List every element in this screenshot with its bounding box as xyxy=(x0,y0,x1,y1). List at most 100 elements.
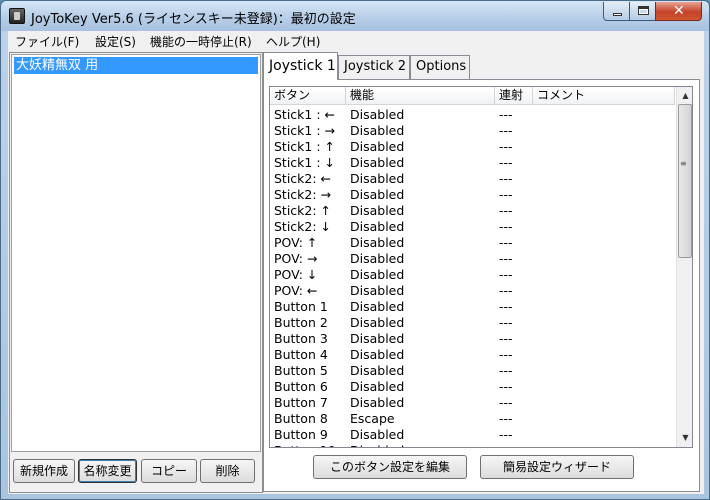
cell-button: Stick2: → xyxy=(274,187,332,202)
minimize-button[interactable] xyxy=(603,2,630,21)
cell-button: Button 10 xyxy=(274,443,336,447)
table-row[interactable]: Stick2: ↓ Disabled --- xyxy=(270,219,675,235)
profile-list[interactable]: 大妖精無双 用 xyxy=(11,54,261,452)
cell-function: Disabled xyxy=(350,107,405,122)
table-row[interactable]: Button 2 Disabled --- xyxy=(270,315,675,331)
table-row[interactable]: Stick1 : → Disabled --- xyxy=(270,123,675,139)
cell-autofire: --- xyxy=(499,347,513,362)
table-row[interactable]: Button 5 Disabled --- xyxy=(270,363,675,379)
column-header-button[interactable]: ボタン xyxy=(270,87,346,105)
table-row[interactable]: Button 7 Disabled --- xyxy=(270,395,675,411)
cell-autofire: --- xyxy=(499,363,513,378)
cell-button: Stick2: ← xyxy=(274,171,332,186)
scroll-down-icon[interactable]: ▼ xyxy=(677,430,692,446)
new-profile-button[interactable]: 新規作成 xyxy=(13,459,75,483)
setup-wizard-button[interactable]: 簡易設定ウィザード xyxy=(480,455,634,479)
rename-profile-button[interactable]: 名称変更 xyxy=(78,459,137,483)
menu-settings[interactable]: 設定(S) xyxy=(95,33,136,50)
cell-button: Stick2: ↑ xyxy=(274,203,332,218)
table-row[interactable]: Button 1 Disabled --- xyxy=(270,299,675,315)
cell-function: Escape xyxy=(350,411,395,426)
column-header-comment[interactable]: コメント xyxy=(533,87,675,105)
cell-function: Disabled xyxy=(350,267,405,282)
table-row[interactable]: Stick1 : ← Disabled --- xyxy=(270,107,675,123)
table-row[interactable]: Stick2: ← Disabled --- xyxy=(270,171,675,187)
cell-autofire: --- xyxy=(499,123,513,138)
copy-profile-button[interactable]: コピー xyxy=(141,459,197,483)
column-header-function[interactable]: 機能 xyxy=(346,87,495,105)
cell-button: POV: ↑ xyxy=(274,235,318,250)
cell-function: Disabled xyxy=(350,315,405,330)
maximize-button[interactable] xyxy=(629,2,656,21)
cell-button: Stick1 : ↑ xyxy=(274,139,336,154)
grid-header: ボタン 機能 連射 コメント xyxy=(270,87,675,105)
vertical-scrollbar[interactable]: ▲ ≡ ▼ xyxy=(676,87,692,447)
cell-autofire: --- xyxy=(499,219,513,234)
cell-button: Button 8 xyxy=(274,411,328,426)
column-header-autofire[interactable]: 連射 xyxy=(495,87,533,105)
cell-autofire: --- xyxy=(499,251,513,266)
scroll-up-icon[interactable]: ▲ xyxy=(677,88,692,104)
cell-button: POV: → xyxy=(274,251,318,266)
cell-autofire: --- xyxy=(499,171,513,186)
cell-button: Stick1 : ↓ xyxy=(274,155,336,170)
cell-function: Disabled xyxy=(350,299,405,314)
cell-button: Button 3 xyxy=(274,331,328,346)
client-area: 大妖精無双 用 新規作成 名称変更 コピー 削除 Joystick 1 Joys… xyxy=(8,51,704,494)
table-row[interactable]: POV: ↑ Disabled --- xyxy=(270,235,675,251)
edit-button-setting-button[interactable]: このボタン設定を編集 xyxy=(313,455,467,479)
tab-options[interactable]: Options xyxy=(410,55,470,79)
cell-function: Disabled xyxy=(350,427,405,442)
cell-function: Disabled xyxy=(350,363,405,378)
cell-function: Disabled xyxy=(350,283,405,298)
title-bar[interactable]: JoyToKey Ver5.6 (ライセンスキー未登録)：最初の設定 ✕ xyxy=(1,1,709,31)
table-row[interactable]: Stick2: ↑ Disabled --- xyxy=(270,203,675,219)
scroll-grip-icon: ≡ xyxy=(680,159,687,168)
table-row[interactable]: Button 6 Disabled --- xyxy=(270,379,675,395)
table-row[interactable]: POV: → Disabled --- xyxy=(270,251,675,267)
cell-autofire: --- xyxy=(499,107,513,122)
tab-joystick-2[interactable]: Joystick 2 xyxy=(338,55,410,79)
cell-function: Disabled xyxy=(350,347,405,362)
cell-function: Disabled xyxy=(350,235,405,250)
cell-autofire: --- xyxy=(499,315,513,330)
table-row[interactable]: POV: ← Disabled --- xyxy=(270,283,675,299)
cell-function: Disabled xyxy=(350,187,405,202)
cell-function: Disabled xyxy=(350,379,405,394)
cell-autofire: --- xyxy=(499,155,513,170)
table-row[interactable]: Button 8 Escape --- xyxy=(270,411,675,427)
cell-function: Disabled xyxy=(350,443,404,447)
table-row[interactable]: Stick1 : ↑ Disabled --- xyxy=(270,139,675,155)
profile-item-selected[interactable]: 大妖精無双 用 xyxy=(14,57,258,74)
menu-pause[interactable]: 機能の一時停止(R) xyxy=(150,33,252,50)
scroll-thumb[interactable] xyxy=(678,104,692,258)
close-icon: ✕ xyxy=(673,3,685,19)
cell-autofire: --- xyxy=(499,203,513,218)
table-row[interactable]: Stick2: → Disabled --- xyxy=(270,187,675,203)
cell-autofire: --- xyxy=(499,299,513,314)
menu-help[interactable]: ヘルプ(H) xyxy=(266,33,320,50)
joystick-icon[interactable] xyxy=(9,8,25,24)
cell-button: Button 1 xyxy=(274,299,328,314)
config-panel: Joystick 1 Joystick 2 Options ボタン 機能 連射 … xyxy=(261,51,704,494)
cell-button: Button 5 xyxy=(274,363,328,378)
cell-autofire: --- xyxy=(499,379,513,394)
cell-autofire: --- xyxy=(499,427,513,442)
maximize-icon xyxy=(638,6,649,15)
delete-profile-button[interactable]: 削除 xyxy=(200,459,255,483)
table-row[interactable]: Stick1 : ↓ Disabled --- xyxy=(270,155,675,171)
table-row[interactable]: Button 9 Disabled --- xyxy=(270,427,675,443)
profile-panel: 大妖精無双 用 新規作成 名称変更 コピー 削除 xyxy=(9,52,263,493)
table-row[interactable]: Button 3 Disabled --- xyxy=(270,331,675,347)
table-row[interactable]: POV: ↓ Disabled --- xyxy=(270,267,675,283)
close-button[interactable]: ✕ xyxy=(655,2,702,21)
cell-autofire: --- xyxy=(499,331,513,346)
table-row[interactable]: Button 4 Disabled --- xyxy=(270,347,675,363)
cell-function: Disabled xyxy=(350,331,405,346)
table-row[interactable]: Button 10 Disabled --- xyxy=(270,443,675,447)
cell-button: Button 2 xyxy=(274,315,328,330)
button-mapping-grid[interactable]: ボタン 機能 連射 コメント Stick1 : ← Disabled --- Stic… xyxy=(269,86,693,448)
cell-autofire: --- xyxy=(499,395,513,410)
menu-file[interactable]: ファイル(F) xyxy=(15,33,79,50)
tab-joystick-1[interactable]: Joystick 1 xyxy=(263,52,338,80)
